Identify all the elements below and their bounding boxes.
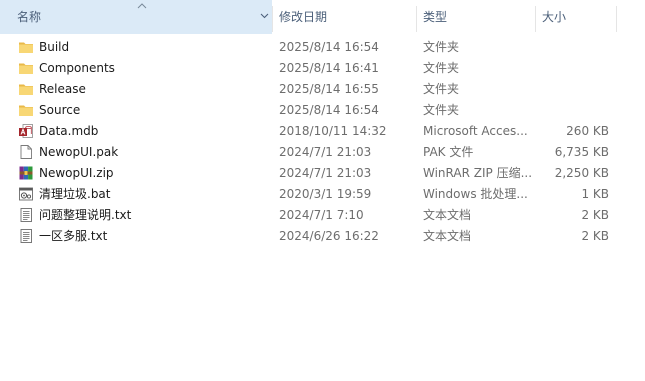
column-header-type-label: 类型 (423, 10, 448, 24)
file-size (540, 79, 609, 100)
column-header-date[interactable]: 修改日期 (273, 0, 416, 34)
file-date: 2024/7/1 7:10 (279, 208, 364, 222)
text-file-icon (20, 208, 32, 222)
file-date: 2024/6/26 16:22 (279, 229, 379, 243)
column-divider[interactable] (616, 6, 617, 32)
file-type: PAK 文件 (423, 145, 474, 159)
file-type: Windows 批处理... (423, 187, 528, 201)
file-type: WinRAR ZIP 压缩... (423, 166, 533, 180)
file-type: 文本文档 (423, 229, 472, 243)
file-name: Build (39, 40, 70, 54)
file-row[interactable]: Build 2025/8/14 16:54 文件夹 (0, 37, 645, 58)
column-header: 名称 修改日期 类型 大小 (0, 0, 645, 34)
file-date: 2025/8/14 16:54 (279, 40, 379, 54)
file-row[interactable]: 一区多服.txt 2024/6/26 16:22 文本文档 2 KB (0, 226, 645, 247)
file-name: Data.mdb (39, 124, 99, 138)
file-name: Source (39, 103, 81, 117)
file-row[interactable]: Release 2025/8/14 16:55 文件夹 (0, 79, 645, 100)
file-name: Components (39, 61, 115, 75)
folder-icon (19, 105, 33, 116)
file-row[interactable]: NewopUI.pak 2024/7/1 21:03 PAK 文件 6,735 … (0, 142, 645, 163)
file-date: 2018/10/11 14:32 (279, 124, 387, 138)
column-header-date-label: 修改日期 (279, 10, 328, 24)
file-size: 6,735 KB (554, 145, 609, 159)
file-type: 文件夹 (423, 103, 460, 117)
folder-icon (19, 63, 33, 74)
file-type: 文件夹 (423, 82, 460, 96)
file-date: 2024/7/1 21:03 (279, 166, 372, 180)
column-header-name[interactable]: 名称 (0, 0, 272, 34)
folder-icon (19, 42, 33, 53)
file-row[interactable]: NewopUI.zip 2024/7/1 21:03 WinRAR ZIP 压缩… (0, 163, 645, 184)
file-size: 1 KB (581, 187, 609, 201)
column-header-type[interactable]: 类型 (417, 0, 535, 34)
file-type: 文件夹 (423, 40, 460, 54)
file-size: 260 KB (566, 124, 609, 138)
batch-file-icon (19, 187, 33, 201)
file-date: 2020/3/1 19:59 (279, 187, 372, 201)
file-row[interactable]: Components 2025/8/14 16:41 文件夹 (0, 58, 645, 79)
file-date: 2024/7/1 21:03 (279, 145, 372, 159)
file-type: 文件夹 (423, 61, 460, 75)
access-db-icon (19, 124, 33, 138)
winrar-archive-icon (19, 166, 33, 180)
file-date: 2025/8/14 16:54 (279, 103, 379, 117)
file-date: 2025/8/14 16:55 (279, 82, 379, 96)
sort-ascending-icon (137, 3, 147, 9)
file-row[interactable]: Data.mdb 2018/10/11 14:32 Microsoft Acce… (0, 121, 645, 142)
file-name: NewopUI.zip (39, 166, 114, 180)
file-size: 2,250 KB (554, 166, 609, 180)
file-name: Release (39, 82, 86, 96)
file-type: 文本文档 (423, 208, 472, 222)
file-row[interactable]: 问题整理说明.txt 2024/7/1 7:10 文本文档 2 KB (0, 205, 645, 226)
column-header-name-label: 名称 (17, 10, 42, 24)
file-row[interactable]: 清理垃圾.bat 2020/3/1 19:59 Windows 批处理... 1… (0, 184, 645, 205)
column-header-size-label: 大小 (542, 10, 567, 24)
file-date: 2025/8/14 16:41 (279, 61, 379, 75)
file-size: 2 KB (581, 208, 609, 222)
chevron-down-icon[interactable] (260, 13, 269, 19)
file-size: 2 KB (581, 229, 609, 243)
file-size (540, 100, 609, 121)
folder-icon (19, 84, 33, 95)
file-size (540, 58, 609, 79)
file-name: 问题整理说明.txt (39, 208, 132, 222)
file-name: NewopUI.pak (39, 145, 119, 159)
file-type: Microsoft Acces... (423, 124, 528, 138)
text-file-icon (20, 229, 32, 243)
blank-file-icon (20, 145, 32, 159)
file-name: 清理垃圾.bat (39, 187, 111, 201)
column-header-size[interactable]: 大小 (536, 0, 616, 34)
file-row[interactable]: Source 2025/8/14 16:54 文件夹 (0, 100, 645, 121)
file-size (540, 37, 609, 58)
file-name: 一区多服.txt (39, 229, 108, 243)
